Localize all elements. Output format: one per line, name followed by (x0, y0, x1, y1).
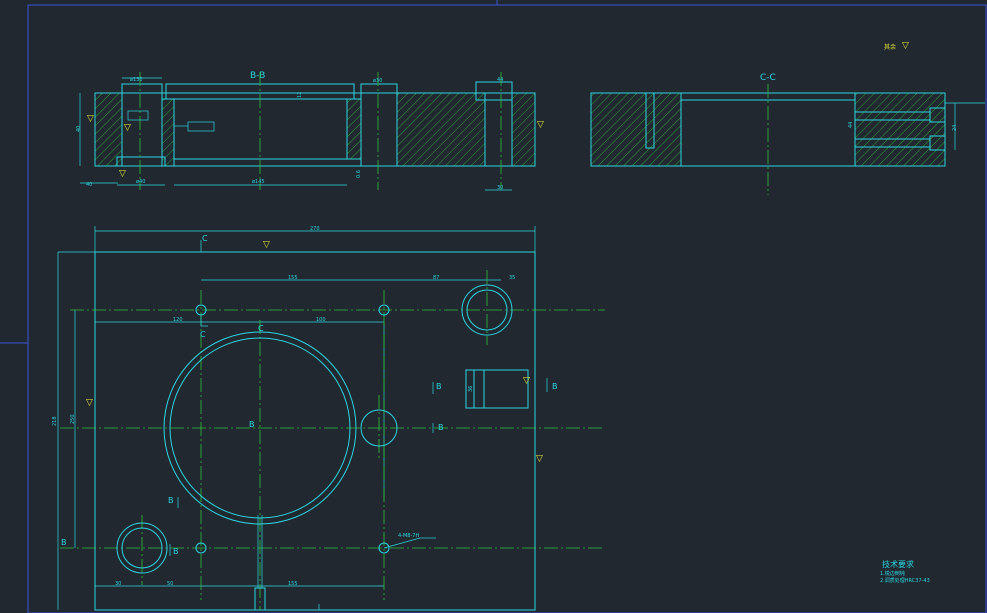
section-mark-c-top: C (202, 234, 208, 243)
dim-bore-36: 36 (468, 386, 474, 392)
bb-dim-06: 0.6 (356, 170, 362, 178)
hole-callout: 4-M8-7H (398, 533, 419, 539)
section-cc-title: C-C (760, 73, 776, 83)
section-mark-b-a: B (436, 382, 442, 391)
dim-155-bottom: 155 (288, 581, 298, 587)
section-mark-b-c: B (552, 382, 558, 391)
bb-dim-40: 40 (76, 126, 82, 132)
bb-hatch-mid-right (346, 98, 362, 160)
roughness-mark: ▽ (537, 120, 544, 130)
dim-87: 87 (433, 275, 439, 281)
section-mark-b-f: B (61, 538, 67, 547)
roughness-mark: ▽ (263, 240, 270, 250)
plan-outline (94, 251, 536, 611)
bb-dim-44: 44 (497, 77, 503, 83)
dim-120: 120 (173, 317, 183, 323)
bb-dim-phi40: ø40 (136, 179, 145, 185)
dim-50: 50 (167, 581, 173, 587)
bb-dim-phi30: ø30 (373, 78, 382, 84)
section-mark-b-d: B (168, 496, 174, 505)
roughness-mark: ▽ (119, 169, 126, 179)
bb-dim-phi130: ø130 (130, 77, 143, 83)
bb-dim-30: 30 (497, 185, 503, 191)
bb-hatch-left (94, 92, 123, 167)
rest-roughness-label: 其余 (884, 43, 896, 51)
cc-hatch-left (590, 92, 682, 167)
technical-requirements: 技术要求 1.锐边倒钝 2.调质处理HRC37-43 (880, 559, 930, 584)
section-mark-b-e: B (173, 547, 179, 556)
dim-30: 30 (115, 581, 121, 587)
tech-notes-line-2: 2.调质处理HRC37-43 (880, 577, 930, 584)
section-bb-title: B-B (250, 71, 265, 81)
dim-35: 35 (509, 275, 515, 281)
dim-270: 270 (310, 226, 320, 232)
cc-dim-44: 44 (848, 122, 854, 128)
plan-view: 270 155 87 35 120 100 218 250 30 50 155 (52, 226, 605, 611)
section-mark-c-center: C (258, 324, 264, 333)
roughness-mark: ▽ (124, 123, 131, 133)
bb-dim-12: 12 (297, 92, 303, 98)
section-mark-b-b: B (438, 423, 444, 432)
bb-dim-phi145: ø145 (252, 179, 265, 185)
slot-block (465, 369, 529, 409)
dim-250: 250 (70, 414, 76, 424)
cc-dim-24: 24 (952, 125, 958, 131)
tech-notes-title: 技术要求 (882, 559, 914, 569)
section-mark-b-center: B (249, 420, 255, 429)
roughness-mark: ▽ (86, 398, 93, 408)
roughness-mark: ▽ (87, 114, 94, 124)
bb-hatch-right (396, 92, 486, 167)
section-mark-c-left: C (200, 330, 206, 339)
roughness-mark: ▽ (536, 454, 543, 464)
drawing-frame (0, 0, 987, 613)
cc-hatch-right (854, 92, 946, 167)
roughness-mark: ▽ (902, 41, 909, 51)
dim-218: 218 (52, 416, 58, 426)
bb-hatch-far-right (511, 92, 536, 167)
cad-drawing-canvas: B-B ø130 ø145 ø30 ø40 44 30 40 12 0.6 40… (0, 0, 987, 613)
section-cc-view: C-C 44 24 其余 ▽ (590, 41, 985, 195)
section-bb-view: B-B ø130 ø145 ø30 ø40 44 30 40 12 0.6 40… (76, 71, 544, 191)
tech-notes-line-1: 1.锐边倒钝 (880, 570, 905, 577)
bb-hatch-mid-left (161, 98, 175, 167)
bb-dim-datum: 40 (86, 182, 92, 188)
dim-100: 100 (316, 317, 326, 323)
roughness-mark: ▽ (523, 376, 530, 386)
dim-155-top: 155 (288, 275, 298, 281)
